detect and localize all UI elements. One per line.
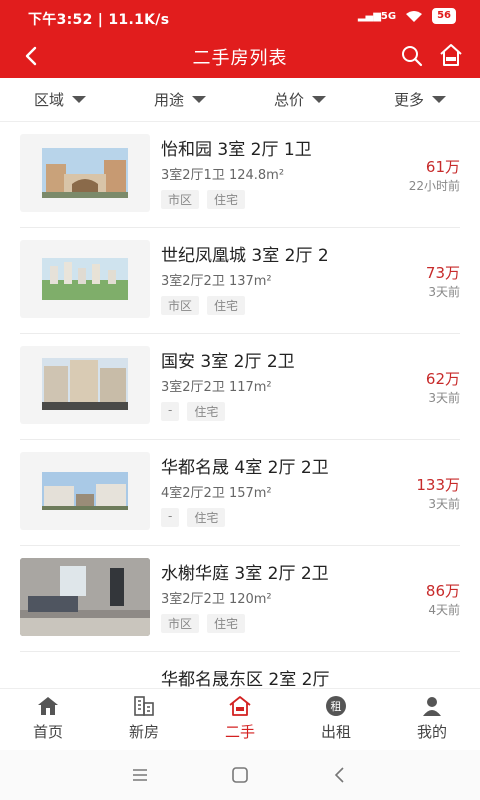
district-tag: -: [161, 508, 180, 527]
district-tag: -: [161, 402, 180, 421]
tab-label: 新房: [128, 723, 159, 741]
battery-icon: 56: [432, 8, 456, 24]
filter-area[interactable]: 区域: [0, 78, 120, 121]
listing-price: 62万: [425, 370, 460, 388]
tab-rent[interactable]: 租 出租: [288, 689, 384, 750]
listing-spec: 4室2厅2卫 157m²: [161, 486, 272, 501]
list-item[interactable]: 怡和园 3室 2厅 1卫 3室2厅1卫 124.8m² 市区 住宅 61万 22…: [0, 122, 480, 228]
listing-price: 61万: [425, 158, 460, 176]
usage-tag: 住宅: [207, 190, 246, 209]
listing-list: 怡和园 3室 2厅 1卫 3室2厅1卫 124.8m² 市区 住宅 61万 22…: [0, 122, 480, 688]
district-tag: 市区: [161, 614, 200, 633]
home-sale-icon[interactable]: [438, 42, 464, 68]
listing-name: 华都名晟 4室 2厅 2卫: [161, 458, 329, 478]
filter-label: 更多: [393, 91, 424, 109]
listing-name: 怡和园 3室 2厅 1卫: [161, 140, 312, 160]
listing-name: 世纪凤凰城 3室 2厅 2: [161, 246, 329, 266]
listing-photo: [20, 452, 150, 530]
filter-usage[interactable]: 用途: [120, 78, 240, 121]
usage-tag: 住宅: [187, 508, 226, 527]
listing-name: 华都名晟东区 2室 2厅: [161, 670, 330, 688]
wifi-icon: [406, 11, 423, 22]
listing-spec: 3室2厅2卫 120m²: [161, 592, 272, 607]
list-item[interactable]: 华都名晟东区 2室 2厅: [0, 652, 480, 688]
system-nav-bar: [0, 750, 480, 800]
home-icon: [38, 697, 58, 715]
status-system-icons: ▂▄▆5G 56: [358, 8, 456, 24]
usage-tag: 住宅: [207, 614, 246, 633]
caret-down-icon: [312, 96, 326, 103]
caret-down-icon: [72, 96, 86, 103]
filter-label: 用途: [153, 91, 184, 109]
rent-icon: 租: [326, 696, 346, 716]
tab-new-house[interactable]: 新房: [96, 689, 192, 750]
usage-tag: 住宅: [207, 296, 246, 315]
district-tag: 市区: [161, 296, 200, 315]
home-square-icon[interactable]: [230, 765, 250, 785]
listing-time: 3天前: [428, 497, 460, 511]
listing-time: 3天前: [428, 285, 460, 299]
status-bar: 下午3:52 | 11.1K/s ▂▄▆5G 56: [0, 0, 480, 34]
tab-label: 二手: [224, 723, 255, 741]
user-icon: [423, 697, 441, 716]
listing-time: 22小时前: [408, 179, 460, 193]
listing-time: 4天前: [428, 603, 460, 617]
search-icon[interactable]: [400, 44, 424, 68]
menu-icon[interactable]: [130, 765, 150, 785]
listing-time: 3天前: [428, 391, 460, 405]
list-item[interactable]: 国安 3室 2厅 2卫 3室2厅2卫 117m² - 住宅 62万 3天前: [0, 334, 480, 440]
list-item[interactable]: 世纪凤凰城 3室 2厅 2 3室2厅2卫 137m² 市区 住宅 73万 3天前: [0, 228, 480, 334]
list-item[interactable]: 水榭华庭 3室 2厅 2卫 3室2厅2卫 120m² 市区 住宅 86万 4天前: [0, 546, 480, 652]
nav-bar: 二手房列表: [0, 34, 480, 78]
filter-label: 区域: [33, 91, 64, 109]
tab-home[interactable]: 首页: [0, 689, 96, 750]
tab-label: 我的: [416, 723, 447, 741]
listing-spec: 3室2厅1卫 124.8m²: [161, 168, 285, 183]
status-time: 下午3:52 | 11.1K/s: [28, 12, 170, 28]
tab-second-hand[interactable]: 二手: [192, 689, 288, 750]
district-tag: 市区: [161, 190, 200, 209]
filter-more[interactable]: 更多: [360, 78, 480, 121]
caret-down-icon: [192, 96, 206, 103]
listing-price: 86万: [425, 582, 460, 600]
sale-house-icon: [229, 696, 251, 716]
listing-spec: 3室2厅2卫 117m²: [161, 380, 272, 395]
listing-photo: [20, 134, 150, 212]
tab-label: 首页: [32, 723, 63, 741]
filter-bar: 区域 用途 总价 更多: [0, 78, 480, 122]
usage-tag: 住宅: [187, 402, 226, 421]
signal-icon: ▂▄▆5G: [357, 10, 397, 22]
filter-label: 总价: [273, 91, 304, 109]
caret-down-icon: [432, 96, 446, 103]
listing-photo: [20, 558, 150, 636]
filter-price[interactable]: 总价: [240, 78, 360, 121]
listing-spec: 3室2厅2卫 137m²: [161, 274, 272, 289]
listing-name: 国安 3室 2厅 2卫: [161, 352, 295, 372]
listing-price: 73万: [425, 264, 460, 282]
bottom-tab-bar: 首页 新房 二手 租 出租 我的: [0, 688, 480, 750]
back-icon[interactable]: [330, 765, 350, 785]
listing-photo: [20, 664, 150, 688]
listing-photo: [20, 346, 150, 424]
svg-text:租: 租: [331, 700, 342, 713]
listing-price: 133万: [416, 476, 460, 494]
tab-label: 出租: [320, 723, 351, 741]
building-icon: [134, 696, 154, 716]
tab-mine[interactable]: 我的: [384, 689, 480, 750]
listing-name: 水榭华庭 3室 2厅 2卫: [161, 564, 329, 584]
list-item[interactable]: 华都名晟 4室 2厅 2卫 4室2厅2卫 157m² - 住宅 133万 3天前: [0, 440, 480, 546]
listing-photo: [20, 240, 150, 318]
